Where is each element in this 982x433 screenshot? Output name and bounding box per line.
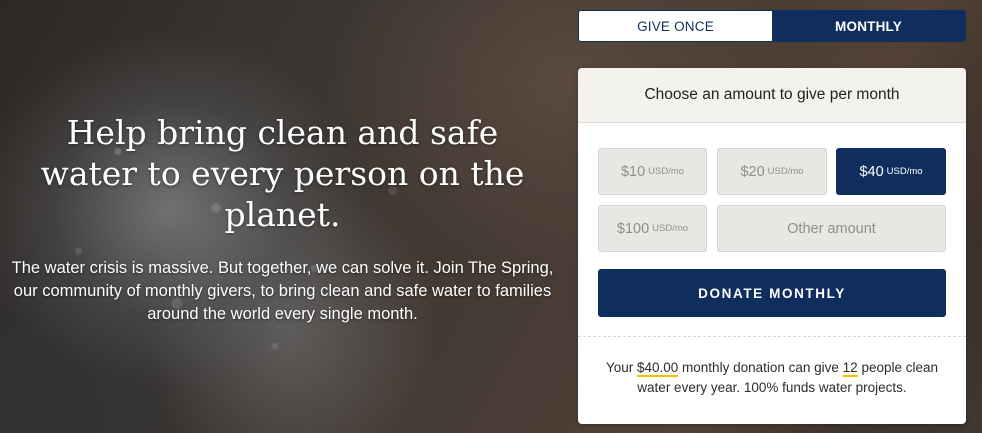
impact-prefix: Your — [605, 360, 634, 375]
donation-card: Choose an amount to give per month $10 U… — [578, 68, 966, 424]
card-header: Choose an amount to give per month — [578, 68, 966, 123]
amount-unit: USD/mo — [648, 166, 685, 177]
hero-body: The water crisis is massive. But togethe… — [11, 259, 554, 323]
impact-people-count: 12 — [842, 360, 858, 377]
hero-text: Help bring clean and safe water to every… — [0, 112, 565, 326]
other-amount-placeholder: Other amount — [787, 220, 876, 237]
impact-middle: monthly donation can give — [682, 360, 839, 375]
amount-value: $40 — [859, 163, 884, 180]
amount-button-40[interactable]: $40 USD/mo — [836, 148, 946, 195]
amount-value: $20 — [740, 163, 765, 180]
card-divider — [578, 336, 966, 337]
amount-unit: USD/mo — [767, 166, 804, 177]
frequency-toggle: GIVE ONCE MONTHLY — [578, 10, 966, 42]
amount-value: $10 — [620, 163, 646, 180]
monthly-tab[interactable]: MONTHLY — [772, 11, 965, 41]
amount-unit: USD/mo — [886, 166, 923, 177]
give-once-tab[interactable]: GIVE ONCE — [579, 11, 772, 41]
other-amount-input[interactable]: Other amount — [717, 205, 946, 252]
donate-monthly-button[interactable]: DONATE MONTHLY — [598, 269, 946, 317]
amount-button-10[interactable]: $10 USD/mo — [598, 148, 707, 195]
amount-button-100[interactable]: $100 USD/mo — [598, 205, 707, 252]
impact-amount: $40.00 — [636, 360, 679, 377]
amount-button-20[interactable]: $20 USD/mo — [717, 148, 827, 195]
hero-title: Help bring clean and safe water to every… — [40, 113, 525, 234]
impact-statement: Your $40.00 monthly donation can give 12… — [588, 358, 956, 398]
amount-unit: USD/mo — [652, 223, 689, 234]
amount-value: $100 — [616, 220, 650, 237]
